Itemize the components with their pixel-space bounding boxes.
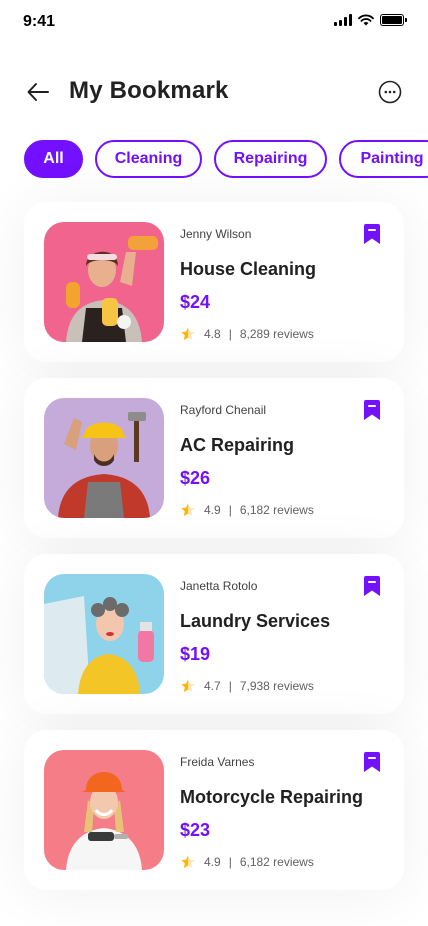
review-count: 6,182 reviews (239, 503, 314, 517)
provider-name: Janetta Rotolo (180, 579, 258, 593)
provider-name: Rayford Chenail (180, 403, 267, 417)
rating-row: 4.8 | 8,289 reviews (180, 326, 314, 342)
status-icons (334, 14, 407, 26)
bookmark-filled-icon[interactable] (364, 400, 380, 420)
service-title: Motorcycle Repairing (180, 787, 364, 807)
signal-icon (334, 14, 352, 26)
rating-value: 4.9 (204, 503, 221, 517)
review-count: 7,938 reviews (239, 679, 314, 693)
filter-chip-repairing[interactable]: Repairing (214, 140, 327, 178)
battery-icon (380, 14, 407, 26)
half-star-icon (181, 503, 195, 516)
page-title: My Bookmark (69, 77, 229, 104)
half-star-icon (181, 855, 195, 868)
half-star-icon (181, 327, 195, 340)
service-price: $24 (180, 292, 211, 312)
service-title: House Cleaning (180, 259, 317, 279)
rating-separator: | (228, 327, 232, 341)
rating-separator: | (228, 503, 232, 517)
header: My Bookmark (0, 70, 428, 114)
service-price: $23 (180, 820, 211, 840)
rating-value: 4.7 (204, 679, 221, 693)
rating-row: 4.9 | 6,182 reviews (180, 854, 314, 870)
bookmark-card[interactable]: Freida Varnes Motorcycle Repairing $23 4… (24, 730, 404, 890)
wifi-icon (358, 14, 374, 26)
service-photo (44, 750, 164, 870)
bookmark-card[interactable]: Jenny Wilson House Cleaning $24 4.8 | 8,… (24, 202, 404, 362)
service-photo (44, 574, 164, 694)
rating-value: 4.8 (204, 327, 221, 341)
more-options-icon[interactable] (378, 80, 402, 104)
filter-chip-all[interactable]: All (24, 140, 83, 178)
bookmark-filled-icon[interactable] (364, 224, 380, 244)
filter-chip-painting[interactable]: Painting (339, 140, 428, 178)
status-bar: 9:41 (0, 0, 428, 44)
bookmark-filled-icon[interactable] (364, 752, 380, 772)
back-arrow-icon[interactable] (24, 78, 52, 106)
filter-chip-cleaning[interactable]: Cleaning (95, 140, 202, 178)
rating-value: 4.9 (204, 855, 221, 869)
service-price: $19 (180, 644, 211, 664)
provider-name: Jenny Wilson (180, 227, 252, 241)
service-photo (44, 398, 164, 518)
service-price: $26 (180, 468, 211, 488)
rating-row: 4.7 | 7,938 reviews (180, 678, 314, 694)
review-count: 8,289 reviews (239, 327, 314, 341)
rating-separator: | (228, 679, 232, 693)
status-time: 9:41 (23, 13, 56, 30)
service-title: AC Repairing (180, 435, 295, 455)
bookmark-card[interactable]: Rayford Chenail AC Repairing $26 4.9 | 6… (24, 378, 404, 538)
half-star-icon (181, 679, 195, 692)
service-photo (44, 222, 164, 342)
bookmark-card[interactable]: Janetta Rotolo Laundry Services $19 4.7 … (24, 554, 404, 714)
review-count: 6,182 reviews (239, 855, 314, 869)
rating-separator: | (228, 855, 232, 869)
filter-chips: All Cleaning Repairing Painting (24, 140, 428, 178)
provider-name: Freida Varnes (180, 755, 255, 769)
rating-row: 4.9 | 6,182 reviews (180, 502, 314, 518)
bookmark-filled-icon[interactable] (364, 576, 380, 596)
service-title: Laundry Services (180, 611, 331, 631)
